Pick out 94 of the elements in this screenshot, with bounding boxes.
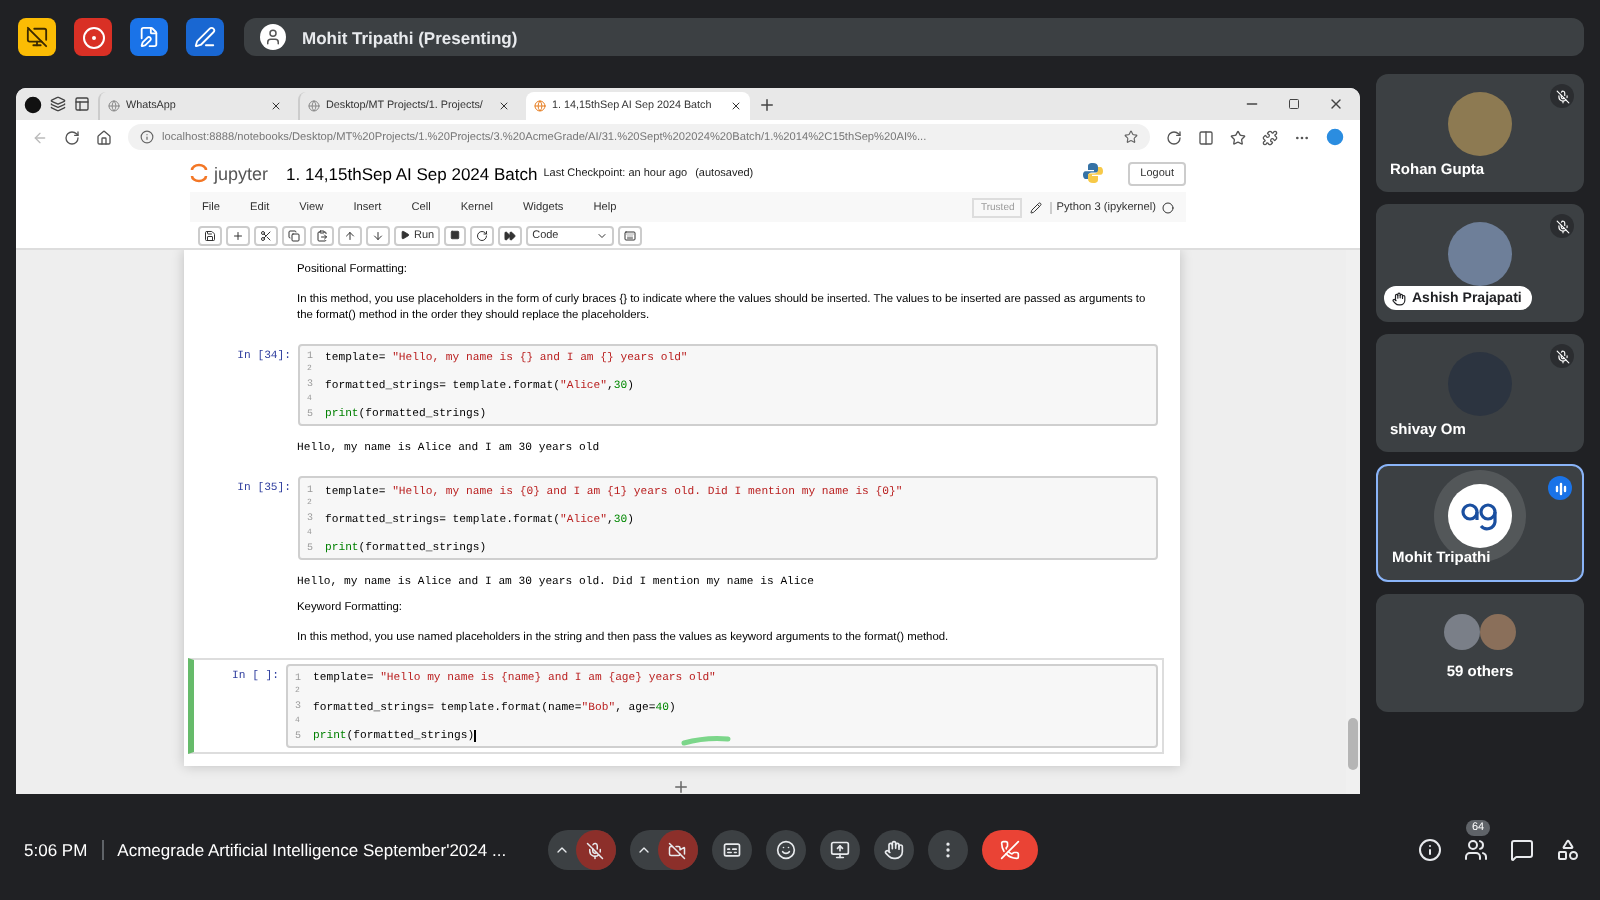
chat-icon: [1510, 838, 1534, 862]
pen-icon: [194, 26, 216, 48]
captions-button[interactable]: [711, 830, 752, 870]
caret-icon: [635, 842, 652, 858]
keyboard-icon: [624, 229, 637, 241]
add-icon: [672, 778, 690, 794]
kernel-status-icon: [1162, 201, 1174, 213]
back-icon: [32, 129, 48, 145]
site-icon: [534, 100, 546, 112]
site-icon: [308, 100, 320, 112]
profile-icon: [24, 95, 42, 113]
python-logo-icon: [1082, 162, 1105, 184]
favorite-icon: [1124, 130, 1138, 144]
pen-stroke-drawing: [679, 736, 731, 747]
screen-share-icon: [829, 840, 850, 860]
info-button[interactable]: [1418, 838, 1442, 862]
leave-call-button[interactable]: [981, 830, 1038, 870]
restart-icon: [476, 229, 489, 241]
screen-off-icon: [26, 26, 48, 48]
notebook-title[interactable]: 1. 14,15thSep AI Sep 2024 Batch: [286, 163, 538, 183]
stop-sharing-button[interactable]: [18, 18, 56, 56]
more-options-button[interactable]: [927, 830, 968, 870]
clipboard-icon: [316, 229, 328, 241]
chevron-down-icon: [596, 229, 609, 241]
activities-button[interactable]: [1556, 838, 1580, 862]
save-icon: [204, 229, 216, 241]
arrow-up-icon: [344, 229, 356, 241]
cut-button[interactable]: [254, 225, 278, 245]
meeting-time: 5:06 PM: [24, 840, 88, 860]
close-icon: [730, 100, 742, 112]
save-button[interactable]: [198, 225, 222, 245]
reactions-button[interactable]: [765, 830, 806, 870]
hand-icon: [883, 840, 904, 860]
info-icon: [140, 130, 154, 144]
maximize-icon: [1288, 98, 1300, 110]
annotate-button[interactable]: [186, 18, 224, 56]
smiley-icon: [775, 840, 796, 860]
present-button[interactable]: [819, 830, 860, 870]
captions-icon: [721, 840, 742, 860]
record-icon: [81, 25, 105, 49]
scrollbar-thumb[interactable]: [1348, 718, 1358, 770]
paste-button[interactable]: [310, 225, 334, 245]
sync-icon: [1166, 129, 1182, 145]
camera-off-icon: [668, 841, 687, 859]
microphone-button[interactable]: [575, 830, 616, 870]
refresh-icon: [64, 129, 80, 145]
edit-icon: [1030, 201, 1043, 213]
insert-cell-button[interactable]: [226, 225, 250, 245]
logo-drawing: [1460, 499, 1500, 531]
caret-icon: [553, 842, 570, 858]
command-palette-button[interactable]: [618, 225, 643, 245]
interrupt-button[interactable]: [444, 225, 467, 245]
microphone-off-icon: [586, 841, 605, 859]
run-all-button[interactable]: [498, 225, 523, 245]
meeting-title: Acmegrade Artificial Intelligence September'2024 ...: [117, 840, 509, 860]
site-icon: [108, 100, 120, 112]
jupyter-logo-text: jupyter: [214, 163, 269, 183]
camera-button[interactable]: [657, 830, 698, 870]
new-tab-icon: [758, 95, 776, 113]
chat-button[interactable]: [1510, 838, 1534, 862]
favorites-icon: [1230, 129, 1246, 145]
scissors-icon: [260, 229, 272, 241]
info-icon: [1418, 838, 1442, 862]
notes-button[interactable]: [130, 18, 168, 56]
workspaces-icon: [50, 96, 66, 112]
document-edit-icon: [138, 26, 160, 48]
plus-icon: [232, 229, 244, 241]
stop-icon: [450, 230, 461, 240]
people-icon: [1464, 838, 1488, 862]
move-down-button[interactable]: [366, 225, 390, 245]
avatar-photo: [1444, 614, 1480, 650]
shapes-icon: [1556, 838, 1580, 862]
play-icon: [400, 230, 410, 240]
avatar-photo: [1448, 221, 1512, 285]
avatar-photo: [1480, 614, 1516, 650]
split-screen-icon: [1198, 129, 1214, 145]
tab-actions-icon: [74, 96, 90, 112]
avatar-photo: [1448, 91, 1512, 155]
home-icon: [96, 129, 112, 145]
record-button[interactable]: [74, 18, 112, 56]
close-icon: [498, 100, 510, 112]
close-icon: [270, 100, 282, 112]
close-icon: [1328, 96, 1344, 112]
presenter-label: Mohit Tripathi (Presenting): [302, 27, 518, 47]
move-up-button[interactable]: [338, 225, 362, 245]
fast-forward-icon: [504, 229, 517, 241]
extensions-icon: [1262, 129, 1278, 145]
arrow-down-icon: [372, 229, 384, 241]
copy-icon: [288, 229, 300, 241]
hand-icon: [1392, 291, 1406, 305]
phone-hang-up-icon: [999, 840, 1020, 860]
raise-hand-button[interactable]: [873, 830, 914, 870]
restart-button[interactable]: [470, 225, 495, 245]
jupyter-logo-icon: [190, 162, 208, 184]
